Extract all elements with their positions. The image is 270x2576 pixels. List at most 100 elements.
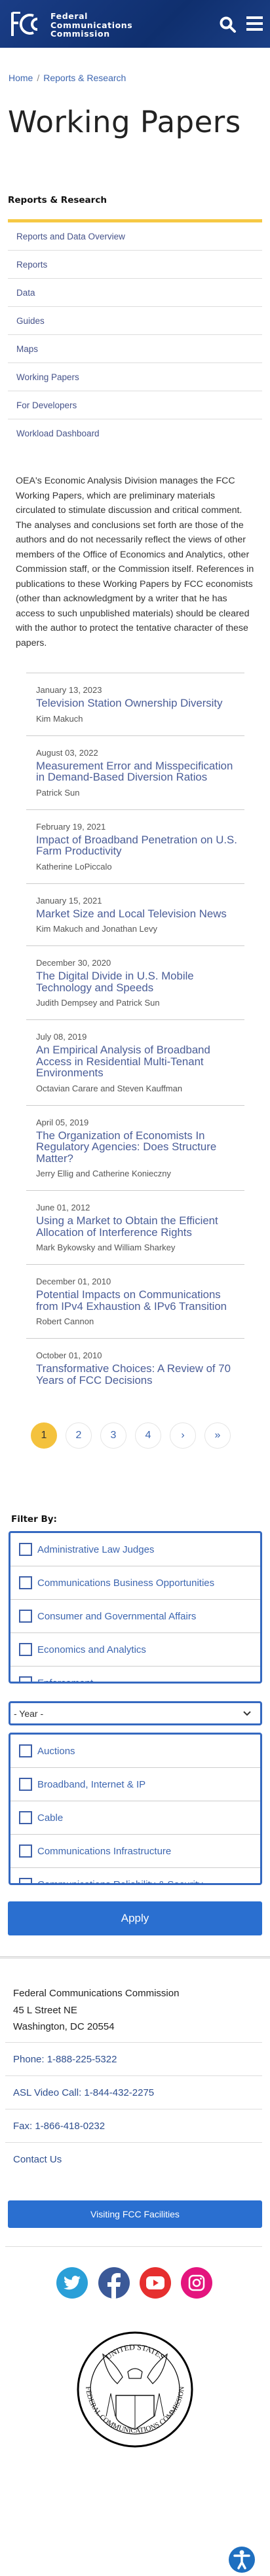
paper-date: January 15, 2021 [36,895,102,906]
logo-line: Communications [50,20,133,30]
asl-video-call-link[interactable]: ASL Video Call: 1-844-432-2275 [5,2075,262,2109]
topic-filter-list[interactable]: Auctions Broadband, Internet & IP Cable Com… [9,1733,262,1885]
checkbox[interactable] [19,1744,32,1757]
site-header: Federal Communications Commission [0,0,270,48]
paper-list-item: July 08, 2019 An Empirical Analysis of B… [26,1020,244,1106]
checkbox[interactable] [19,1878,32,1883]
paper-list-item: January 15, 2021 Market Size and Local T… [26,884,244,946]
phone-link[interactable]: Phone: 1-888-225-5322 [5,2042,262,2075]
search-icon[interactable] [220,16,237,33]
checkbox[interactable] [19,1576,32,1589]
paper-list-item: December 30, 2020 The Digital Divide in … [26,946,244,1020]
checkbox-label: Communications Business Opportunities [37,1577,215,1589]
paper-title-link[interactable]: The Digital Divide in U.S. Mobile Techno… [36,970,244,993]
accessibility-icon[interactable] [229,2547,255,2573]
paper-list-item: August 03, 2022 Measurement Error and Mi… [26,736,244,810]
breadcrumb-home[interactable]: Home [9,73,33,83]
sidebar-item-for-developers[interactable]: For Developers [8,391,262,419]
checkbox[interactable] [19,1543,32,1556]
logo-line: Federal [50,11,88,21]
paper-date: July 08, 2019 [36,1032,87,1042]
paper-date: August 03, 2022 [36,747,98,758]
sidebar-title: Reports & Research [8,195,107,205]
paper-title-link[interactable]: An Empirical Analysis of Broadband Acces… [36,1044,244,1079]
twitter-icon[interactable] [56,2267,88,2299]
paper-author: Jerry Ellig and Catherine Konieczny [36,1169,171,1178]
checkbox-label: Broadband, Internet & IP [37,1778,146,1790]
paper-list-item: January 13, 2023 Television Station Owne… [26,673,244,736]
paper-title-link[interactable]: Measurement Error and Misspecification i… [36,760,244,783]
paper-author: Octavian Carare and Steven Kauffman [36,1083,183,1093]
facebook-icon[interactable] [98,2267,130,2299]
last-page-button[interactable]: » [204,1422,231,1449]
hamburger-icon[interactable] [246,16,263,31]
sidebar-item-guides[interactable]: Guides [8,307,262,335]
page-2-button[interactable]: 2 [66,1422,92,1449]
filter-checkbox-item[interactable]: Cable [10,1801,260,1835]
logo-text[interactable]: Federal Communications Commission [50,12,132,39]
fcc-logo-icon[interactable] [11,12,41,37]
filter-checkbox-item[interactable]: Auctions [10,1735,260,1768]
checkbox-label: Consumer and Governmental Affairs [37,1610,197,1622]
youtube-icon[interactable] [140,2267,171,2299]
filter-checkbox-item[interactable]: Consumer and Governmental Affairs [10,1600,260,1633]
footer-address: Federal Communications Commission 45 L S… [13,1985,179,2036]
visiting-fcc-facilities-button[interactable]: Visiting FCC Facilities [8,2200,262,2228]
fax-link[interactable]: Fax: 1-866-418-0232 [5,2109,262,2142]
address-line: 45 L Street NE [13,2004,77,2016]
checkbox[interactable] [19,1610,32,1623]
filter-checkbox-item[interactable]: Economics and Analytics [10,1633,260,1667]
paper-date: January 13, 2023 [36,685,102,695]
paper-title-link[interactable]: Impact of Broadband Penetration on U.S. … [36,834,244,857]
paper-author: Judith Dempsey and Patrick Sun [36,998,160,1008]
paper-title-link[interactable]: The Organization of Economists In Regula… [36,1129,244,1165]
checkbox[interactable] [19,1811,32,1824]
sidebar-item-workload-dashboard[interactable]: Workload Dashboard [8,419,262,448]
checkbox[interactable] [19,1676,32,1682]
filter-checkbox-item[interactable]: Communications Reliability & Security [10,1868,260,1883]
page-3-button[interactable]: 3 [100,1422,126,1449]
paper-list-item: October 01, 2010 Transformative Choices:… [26,1339,244,1396]
sidebar-item-maps[interactable]: Maps [8,335,262,363]
breadcrumb-reports-research[interactable]: Reports & Research [43,73,126,83]
page-title: Working Papers [8,105,241,139]
year-select[interactable]: - Year - [9,1701,262,1725]
paper-title-link[interactable]: Using a Market to Obtain the Efficient A… [36,1215,244,1238]
apply-button[interactable]: Apply [8,1901,262,1935]
filter-checkbox-item[interactable]: Communications Business Opportunities [10,1566,260,1600]
checkbox[interactable] [19,1844,32,1858]
paper-title-link[interactable]: Transformative Choices: A Review of 70 Y… [36,1363,244,1386]
contact-us-link[interactable]: Contact Us [5,2142,262,2176]
sidebar-nav: Reports and Data Overview Reports Data G… [8,222,262,448]
paper-date: February 19, 2021 [36,821,106,832]
instagram-icon[interactable] [181,2267,212,2299]
chevron-down-icon [243,1710,251,1716]
checkbox-label: Administrative Law Judges [37,1544,155,1555]
paper-title-link[interactable]: Market Size and Local Television News [36,908,244,920]
paper-title-link[interactable]: Television Station Ownership Diversity [36,697,244,709]
paper-list-item: December 01, 2010 Potential Impacts on C… [26,1265,244,1339]
bureau-filter-list[interactable]: Administrative Law Judges Communications … [9,1531,262,1684]
sidebar-item-working-papers[interactable]: Working Papers [8,363,262,391]
filter-checkbox-item[interactable]: Broadband, Internet & IP [10,1768,260,1801]
next-page-button[interactable]: › [170,1422,196,1449]
filter-checkbox-item[interactable]: Enforcement [10,1667,260,1682]
filter-checkbox-item[interactable]: Administrative Law Judges [10,1533,260,1566]
paper-author: Katherine LoPiccalo [36,861,112,872]
paper-list-item: June 01, 2012 Using a Market to Obtain t… [26,1191,244,1265]
checkbox[interactable] [19,1643,32,1656]
sidebar-item-data[interactable]: Data [8,279,262,307]
sidebar-item-reports[interactable]: Reports [8,251,262,279]
paper-list-item: April 05, 2019 The Organization of Econo… [26,1106,244,1191]
papers-list: January 13, 2023 Television Station Owne… [26,673,244,1396]
page-4-button[interactable]: 4 [135,1422,161,1449]
sidebar-item-reports-data-overview[interactable]: Reports and Data Overview [8,222,262,251]
filter-label: Filter By: [11,1514,57,1525]
paper-title-link[interactable]: Potential Impacts on Communications from… [36,1289,244,1312]
breadcrumb-separator: / [37,73,40,83]
checkbox-label: Cable [37,1812,64,1824]
filter-checkbox-item[interactable]: Communications Infrastructure [10,1835,260,1868]
paper-author: Patrick Sun [36,787,80,798]
page-1-button[interactable]: 1 [31,1422,57,1449]
checkbox[interactable] [19,1778,32,1791]
